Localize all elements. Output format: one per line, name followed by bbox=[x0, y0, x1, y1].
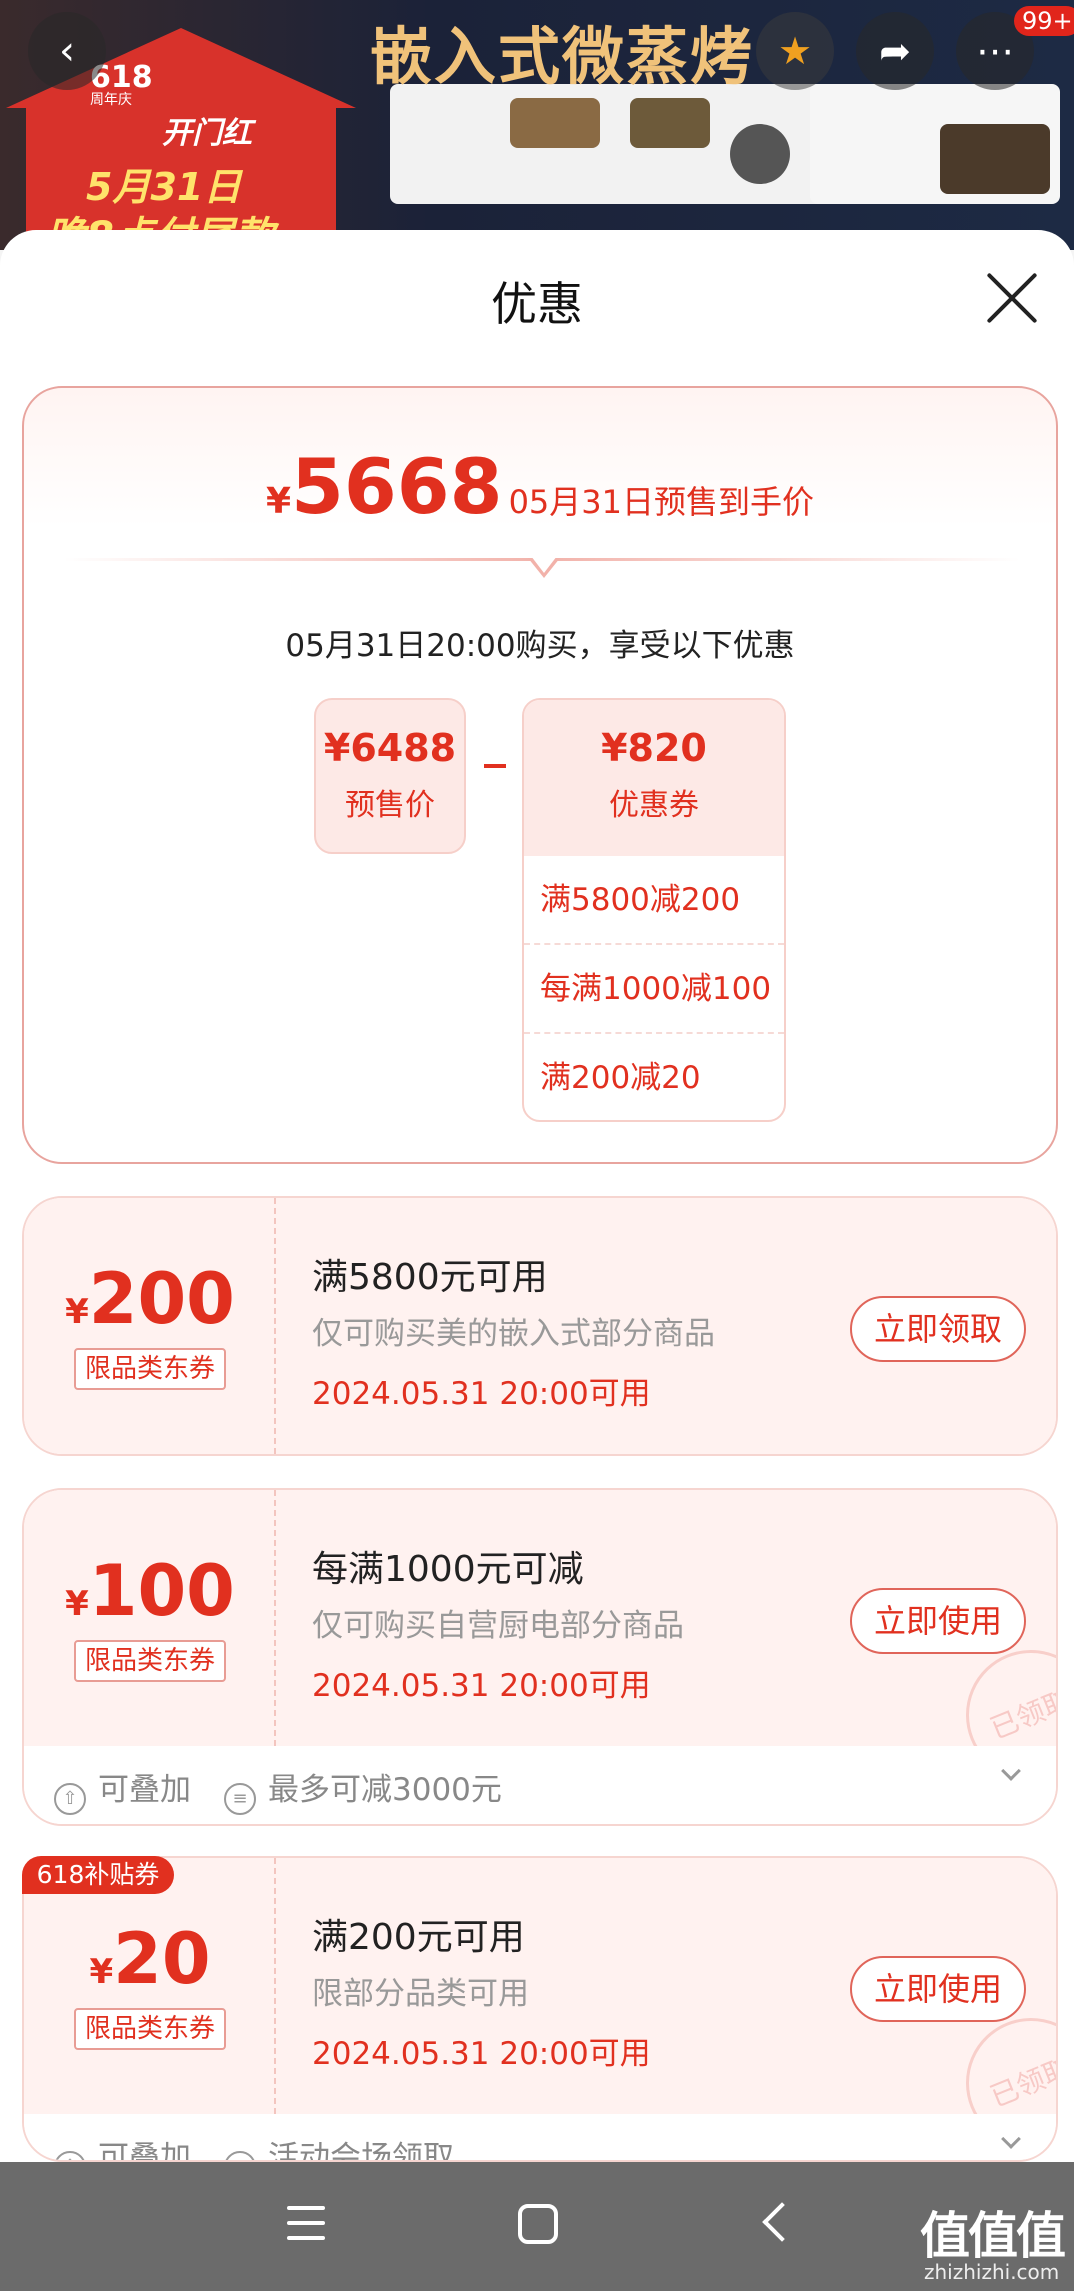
coupon-footer[interactable]: ⇧ 可叠加 ≡ 活动会场领取 bbox=[24, 2114, 1056, 2162]
coupon-total-label: 优惠券 bbox=[609, 788, 699, 823]
appliance-screen-image bbox=[810, 84, 1060, 204]
coupon-total-value: ¥820 bbox=[601, 726, 707, 770]
promo-open-label: 开门红 bbox=[162, 116, 252, 151]
watermark-logo: 值值值 bbox=[920, 2207, 1066, 2265]
coupon-amount-area: ¥100 限品类东券 bbox=[24, 1490, 276, 1746]
max-discount-label: 活动会场领取 bbox=[268, 2140, 454, 2162]
coupon-card: ¥20 限品类东券 满200元可用 限部分品类可用 2024.05.31 20:… bbox=[22, 1856, 1058, 2162]
home-icon[interactable] bbox=[518, 2204, 558, 2244]
use-coupon-button[interactable]: 立即使用 bbox=[850, 1956, 1026, 2022]
coupon-amount-area: ¥20 限品类东券 bbox=[24, 1858, 276, 2114]
chevron-down-icon[interactable] bbox=[1001, 2129, 1021, 2149]
product-banner: 嵌入式微蒸烤 618周年庆 开门红 5月31日 晚8点付尾款 ‹ ★ ➦ ⋯ 9… bbox=[0, 0, 1074, 250]
limit-icon: ≡ bbox=[224, 2151, 256, 2160]
coupon-currency: ¥ bbox=[65, 1292, 89, 1332]
coupon-amount-area: ¥200 限品类东券 bbox=[24, 1198, 276, 1454]
stackable-label: 可叠加 bbox=[98, 1772, 191, 1808]
coupon-scope: 仅可购买自营厨电部分商品 bbox=[312, 1608, 684, 1644]
coupon-category-tag: 限品类东券 bbox=[74, 1348, 226, 1390]
final-price: 5668 bbox=[291, 442, 503, 531]
coupon-currency: ¥ bbox=[89, 1952, 114, 1992]
coupon-category-tag: 限品类东券 bbox=[74, 1640, 226, 1682]
close-icon[interactable] bbox=[984, 270, 1040, 326]
watermark-url: zhizhizhi.com bbox=[924, 2260, 1060, 2284]
claim-coupon-button[interactable]: 立即领取 bbox=[850, 1296, 1026, 1362]
stack-icon: ⇧ bbox=[54, 1783, 86, 1815]
coupon-time: 2024.05.31 20:00可用 bbox=[312, 1376, 651, 1412]
purchase-info: 05月31日20:00购买，享受以下优惠 bbox=[285, 628, 795, 664]
coupon-condition: 满200元可用 bbox=[312, 1917, 525, 1958]
final-price-label: 05月31日预售到手价 bbox=[508, 483, 815, 521]
subsidy-badge: 618补贴券 bbox=[22, 1856, 174, 1894]
coupon-total-head: ¥820 优惠券 bbox=[524, 700, 784, 856]
cart-badge: 99+ bbox=[1014, 6, 1074, 36]
recent-apps-icon[interactable] bbox=[287, 2206, 325, 2242]
coupon-currency: ¥ bbox=[65, 1584, 89, 1624]
share-button[interactable]: ➦ bbox=[856, 12, 934, 90]
coupon-card: ¥200 限品类东券 满5800元可用 仅可购买美的嵌入式部分商品 2024.0… bbox=[22, 1196, 1058, 1456]
sheet-title: 优惠 bbox=[491, 277, 583, 331]
stackable-label: 可叠加 bbox=[98, 2140, 191, 2162]
coupon-time: 2024.05.31 20:00可用 bbox=[312, 1668, 651, 1704]
use-coupon-button[interactable]: 立即使用 bbox=[850, 1588, 1026, 1654]
coupon-condition: 满5800元可用 bbox=[312, 1257, 548, 1298]
system-nav-bar: 值值值 zhizhizhi.com bbox=[0, 2162, 1074, 2291]
coupon-rule: 每满1000减100 bbox=[524, 945, 784, 1034]
appliance-panel-image bbox=[390, 84, 830, 204]
back-icon: ‹ bbox=[59, 28, 75, 74]
chevron-down-icon[interactable] bbox=[1001, 1761, 1021, 1781]
coupon-rule: 满5800减200 bbox=[524, 856, 784, 945]
coupon-total-box: ¥820 优惠券 满5800减200 每满1000减100 满200减20 bbox=[522, 698, 786, 1122]
presale-price-label: 预售价 bbox=[345, 788, 435, 823]
coupon-rule: 满200减20 bbox=[540, 1060, 701, 1096]
minus-sign bbox=[484, 764, 506, 768]
coupon-time: 2024.05.31 20:00可用 bbox=[312, 2036, 651, 2072]
coupon-condition: 每满1000元可减 bbox=[312, 1549, 584, 1590]
coupon-amount: 200 bbox=[88, 1258, 235, 1340]
back-button[interactable]: ‹ bbox=[28, 12, 106, 90]
final-price-line: ¥5668 05月31日预售到手价 bbox=[24, 442, 1056, 531]
price-summary-card: ¥5668 05月31日预售到手价 05月31日20:00购买，享受以下优惠 ¥6… bbox=[22, 386, 1058, 1164]
divider-notch bbox=[528, 556, 560, 578]
coupon-amount: 20 bbox=[113, 1918, 211, 2000]
stack-icon: ⇧ bbox=[54, 2151, 86, 2160]
coupon-scope: 限部分品类可用 bbox=[312, 1976, 529, 2012]
promo-date: 5月31日 bbox=[86, 165, 242, 209]
coupon-card: ¥100 限品类东券 每满1000元可减 仅可购买自营厨电部分商品 2024.0… bbox=[22, 1488, 1058, 1826]
star-icon: ★ bbox=[777, 29, 813, 73]
coupon-scope: 仅可购买美的嵌入式部分商品 bbox=[312, 1316, 715, 1352]
more-icon: ⋯ bbox=[976, 29, 1014, 73]
banner-title: 嵌入式微蒸烤 bbox=[370, 20, 755, 93]
nav-back-icon[interactable] bbox=[762, 2202, 802, 2242]
presale-price-box: ¥6488 预售价 bbox=[314, 698, 466, 854]
coupon-category-tag: 限品类东券 bbox=[74, 2008, 226, 2050]
final-price-currency: ¥ bbox=[265, 481, 292, 522]
max-discount-label: 最多可减3000元 bbox=[268, 1772, 502, 1808]
favorite-button[interactable]: ★ bbox=[756, 12, 834, 90]
share-icon: ➦ bbox=[879, 29, 911, 73]
presale-price-value: ¥6488 bbox=[323, 726, 457, 770]
limit-icon: ≡ bbox=[224, 1783, 256, 1815]
coupon-amount: 100 bbox=[88, 1550, 235, 1632]
coupon-footer[interactable]: ⇧ 可叠加 ≡ 最多可减3000元 bbox=[24, 1746, 1056, 1824]
